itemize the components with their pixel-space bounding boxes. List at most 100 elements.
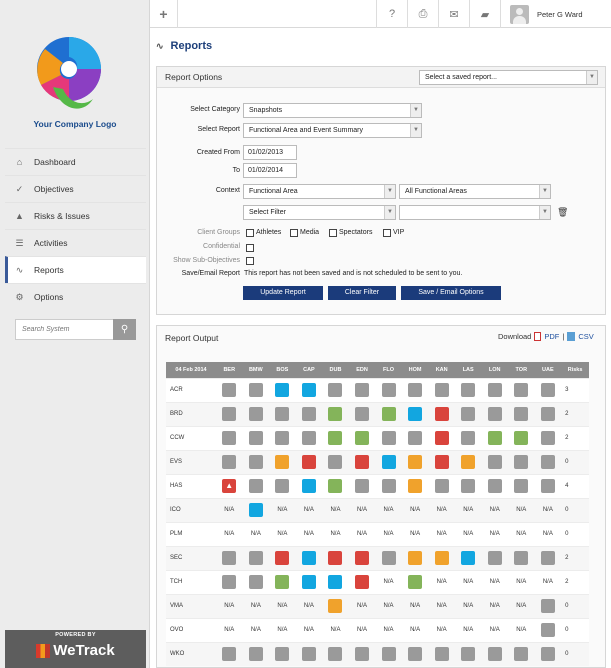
- status-square-green[interactable]: [381, 407, 396, 421]
- wetrack-logo[interactable]: WeTrack: [5, 642, 146, 659]
- status-square-gray[interactable]: [248, 383, 263, 397]
- status-square-gray[interactable]: [540, 455, 555, 469]
- status-square-gray[interactable]: [487, 407, 502, 421]
- status-square-gray[interactable]: [275, 431, 290, 445]
- athletes-checkbox[interactable]: [246, 229, 254, 237]
- user-menu[interactable]: Peter G Ward: [500, 0, 611, 28]
- status-square-green[interactable]: [408, 575, 423, 589]
- status-square-gray[interactable]: [248, 479, 263, 493]
- status-square-gray[interactable]: [301, 647, 316, 662]
- status-square-green[interactable]: [328, 407, 343, 421]
- status-square-gray[interactable]: [381, 479, 396, 493]
- status-square-green[interactable]: [275, 575, 290, 589]
- status-square-red[interactable]: [355, 551, 369, 565]
- status-square-gray[interactable]: [514, 647, 529, 662]
- status-square-gray[interactable]: [408, 647, 423, 662]
- status-square-red[interactable]: [355, 455, 369, 469]
- status-square-gray[interactable]: [487, 455, 502, 469]
- status-square-blue[interactable]: [408, 407, 423, 421]
- status-square-gray[interactable]: [222, 431, 237, 445]
- status-square-red[interactable]: [328, 551, 343, 565]
- status-square-gray[interactable]: [355, 647, 369, 662]
- update-report-button[interactable]: Update Report: [243, 286, 323, 300]
- status-square-orange[interactable]: [408, 551, 423, 565]
- status-square-blue[interactable]: [301, 575, 316, 589]
- status-square-blue[interactable]: [275, 383, 290, 397]
- status-square-red[interactable]: [355, 575, 369, 589]
- status-square-gray[interactable]: [434, 479, 449, 493]
- download-csv-link[interactable]: CSV: [578, 332, 593, 341]
- status-square-gray[interactable]: [222, 647, 237, 662]
- status-square-gray[interactable]: [381, 383, 396, 397]
- status-square-gray[interactable]: [222, 551, 237, 565]
- status-square-gray[interactable]: [248, 431, 263, 445]
- status-square-gray[interactable]: [514, 551, 529, 565]
- status-square-gray[interactable]: [301, 431, 316, 445]
- filter-select[interactable]: Select Filter ▼: [243, 205, 396, 220]
- to-date-field[interactable]: 01/02/2014: [243, 163, 297, 178]
- print-button[interactable]: ⎙: [407, 0, 438, 28]
- status-square-gray[interactable]: [540, 431, 555, 445]
- status-square-orange[interactable]: [408, 479, 423, 493]
- status-square-gray[interactable]: [461, 647, 476, 662]
- status-square-gray[interactable]: [487, 479, 502, 493]
- status-square-gray[interactable]: [248, 455, 263, 469]
- status-square-gray[interactable]: [540, 479, 555, 493]
- status-square-gray[interactable]: [328, 455, 343, 469]
- status-square-gray[interactable]: [301, 407, 316, 421]
- status-square-orange[interactable]: [434, 551, 449, 565]
- status-square-blue[interactable]: [301, 479, 316, 493]
- help-button[interactable]: ?: [376, 0, 407, 28]
- status-square-gray[interactable]: [355, 479, 369, 493]
- sidebar-item-risks-issues[interactable]: ▲ Risks & Issues: [5, 202, 146, 229]
- sidebar-item-activities[interactable]: ☰ Activities: [5, 229, 146, 256]
- status-square-gray[interactable]: [487, 551, 502, 565]
- status-square-red[interactable]: [434, 431, 449, 445]
- status-square-gray[interactable]: [275, 647, 290, 662]
- alert-status-icon[interactable]: ▲: [222, 479, 237, 493]
- status-square-gray[interactable]: [540, 407, 555, 421]
- spectators-checkbox[interactable]: [329, 229, 337, 237]
- status-square-gray[interactable]: [540, 383, 555, 397]
- company-logo[interactable]: [33, 27, 105, 117]
- status-square-gray[interactable]: [461, 479, 476, 493]
- status-square-orange[interactable]: [461, 455, 476, 469]
- status-square-gray[interactable]: [248, 551, 263, 565]
- status-square-blue[interactable]: [248, 503, 263, 517]
- status-square-gray[interactable]: [275, 407, 290, 421]
- status-square-gray[interactable]: [540, 599, 555, 613]
- status-square-blue[interactable]: [301, 551, 316, 565]
- confidential-checkbox[interactable]: [246, 244, 254, 252]
- media-checkbox[interactable]: [290, 229, 298, 237]
- status-square-gray[interactable]: [514, 479, 529, 493]
- status-square-orange[interactable]: [328, 599, 343, 613]
- category-select[interactable]: Snapshots ▼: [243, 103, 422, 118]
- sidebar-item-options[interactable]: ⚙ Options: [5, 283, 146, 310]
- status-square-red[interactable]: [301, 455, 316, 469]
- saved-report-select[interactable]: Select a saved report... ▼: [419, 70, 598, 85]
- status-square-green[interactable]: [355, 431, 369, 445]
- download-pdf-link[interactable]: PDF: [544, 332, 559, 341]
- status-square-gray[interactable]: [328, 647, 343, 662]
- status-square-gray[interactable]: [222, 407, 237, 421]
- search-button[interactable]: ⚲: [113, 319, 136, 340]
- status-square-gray[interactable]: [408, 431, 423, 445]
- status-square-gray[interactable]: [381, 551, 396, 565]
- status-square-gray[interactable]: [381, 431, 396, 445]
- status-square-red[interactable]: [434, 455, 449, 469]
- status-square-blue[interactable]: [461, 551, 476, 565]
- status-square-gray[interactable]: [248, 647, 263, 662]
- status-square-gray[interactable]: [434, 383, 449, 397]
- status-square-red[interactable]: [434, 407, 449, 421]
- report-select[interactable]: Functional Area and Event Summary ▼: [243, 123, 422, 138]
- status-square-green[interactable]: [514, 431, 529, 445]
- status-square-gray[interactable]: [487, 383, 502, 397]
- status-square-gray[interactable]: [355, 383, 369, 397]
- sidebar-item-reports[interactable]: ∿ Reports: [5, 256, 146, 283]
- status-square-gray[interactable]: [461, 407, 476, 421]
- status-square-gray[interactable]: [461, 383, 476, 397]
- status-square-gray[interactable]: [540, 551, 555, 565]
- status-square-gray[interactable]: [222, 575, 237, 589]
- context-area-select[interactable]: All Functional Areas ▼: [399, 184, 551, 199]
- status-square-gray[interactable]: [381, 647, 396, 662]
